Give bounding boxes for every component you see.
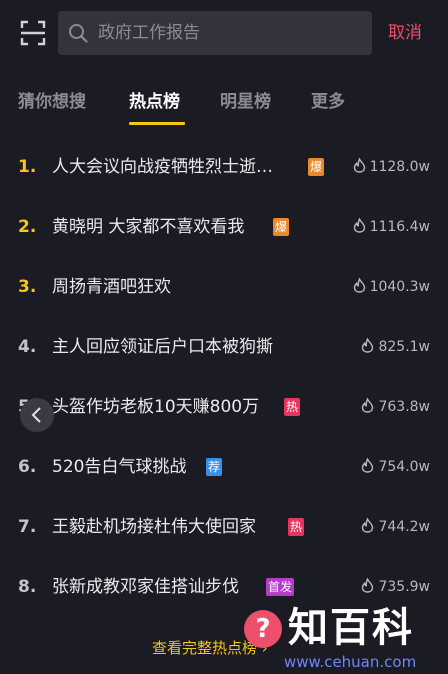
heat-number: 735.9w — [378, 579, 430, 595]
watermark-text: 知百科 — [288, 605, 414, 651]
tab-stars[interactable]: 明星榜 — [220, 82, 271, 122]
watermark-logo: ? 知百科 www.cehuan.com — [244, 600, 448, 674]
list-item[interactable]: 1. 人大会议向战疫牺牲烈士逝… 爆 1128.0w — [0, 137, 448, 197]
search-box[interactable]: 政府工作报告 — [58, 11, 372, 55]
rank-number: 8. — [18, 577, 37, 597]
list-item[interactable]: 3. 周扬青酒吧狂欢 1040.3w — [0, 257, 448, 317]
rank-number: 4. — [18, 337, 37, 357]
watermark-url: www.cehuan.com — [284, 653, 417, 671]
list-item[interactable]: 6. 520告白气球挑战 荐 754.0w — [0, 437, 448, 497]
heat-number: 1116.4w — [369, 219, 430, 235]
rank-number: 7. — [18, 517, 37, 537]
watermark-mark: ? — [244, 610, 282, 648]
rank-number: 3. — [18, 277, 37, 297]
item-badge: 爆 — [273, 218, 290, 236]
tab-hot[interactable]: 热点榜 — [129, 82, 180, 122]
heat-value: 744.2w — [361, 497, 430, 557]
list-item[interactable]: 5.头盔作坊老板10天赚800万热763.8w — [0, 377, 448, 437]
flame-icon — [362, 458, 374, 473]
heat-number: 744.2w — [378, 519, 430, 535]
rank-number: 1. — [18, 157, 37, 177]
tab-bar: 猜你想搜 热点榜 明星榜 更多 — [0, 82, 448, 128]
scan-icon[interactable] — [20, 20, 46, 46]
item-title[interactable]: 头盔作坊老板10天赚800万 — [52, 377, 259, 437]
item-badge: 爆 — [308, 158, 325, 176]
item-badge: 热 — [284, 398, 301, 416]
item-title[interactable]: 王毅赴机场接杜伟大使回家 — [52, 497, 256, 557]
flame-icon — [362, 578, 374, 593]
flame-icon — [362, 338, 374, 353]
tab-more[interactable]: 更多 — [311, 82, 345, 122]
chevron-left-icon — [31, 407, 41, 423]
search-icon — [69, 24, 88, 43]
item-title[interactable]: 周扬青酒吧狂欢 — [52, 257, 171, 317]
heat-number: 1128.0w — [369, 159, 430, 175]
heat-number: 1040.3w — [369, 279, 430, 295]
item-title[interactable]: 主人回应领证后户口本被狗撕 — [52, 317, 273, 377]
item-badge: 荐 — [206, 458, 223, 476]
cancel-button[interactable]: 取消 — [388, 11, 422, 55]
list-item[interactable]: 2. 黄晓明 大家都不喜欢看我 爆 1116.4w — [0, 197, 448, 257]
flame-icon — [362, 518, 374, 533]
tab-guess[interactable]: 猜你想搜 — [18, 82, 86, 122]
item-badge: 首发 — [266, 578, 295, 596]
item-title[interactable]: 520告白气球挑战 — [52, 437, 186, 497]
item-badge: 热 — [288, 518, 305, 536]
flame-icon — [362, 398, 374, 413]
item-title[interactable]: 张新成教邓家佳搭讪步伐 — [52, 557, 239, 617]
list-item[interactable]: 4. 主人回应领证后户口本被狗撕 825.1w — [0, 317, 448, 377]
rank-number: 2. — [18, 217, 37, 237]
list-item[interactable]: 7. 王毅赴机场接杜伟大使回家 热 744.2w — [0, 497, 448, 557]
heat-value: 1116.4w — [353, 197, 430, 257]
heat-value: 1128.0w — [353, 137, 430, 197]
heat-value: 825.1w — [361, 317, 430, 377]
heat-value: 763.8w — [361, 377, 430, 437]
heat-number: 825.1w — [378, 339, 430, 355]
rank-number: 6. — [18, 457, 37, 477]
flame-icon — [353, 218, 365, 233]
heat-value: 1040.3w — [353, 257, 430, 317]
item-title[interactable]: 人大会议向战疫牺牲烈士逝… — [52, 137, 273, 197]
active-tab-indicator — [129, 122, 185, 125]
heat-value: 754.0w — [361, 437, 430, 497]
heat-number: 763.8w — [378, 399, 430, 415]
item-title[interactable]: 黄晓明 大家都不喜欢看我 — [52, 197, 244, 257]
top-bar: 政府工作报告 取消 — [0, 0, 448, 66]
heat-number: 754.0w — [378, 459, 430, 475]
flame-icon — [353, 158, 365, 173]
back-button[interactable] — [20, 398, 54, 432]
search-input[interactable]: 政府工作报告 — [98, 11, 200, 55]
flame-icon — [353, 278, 365, 293]
